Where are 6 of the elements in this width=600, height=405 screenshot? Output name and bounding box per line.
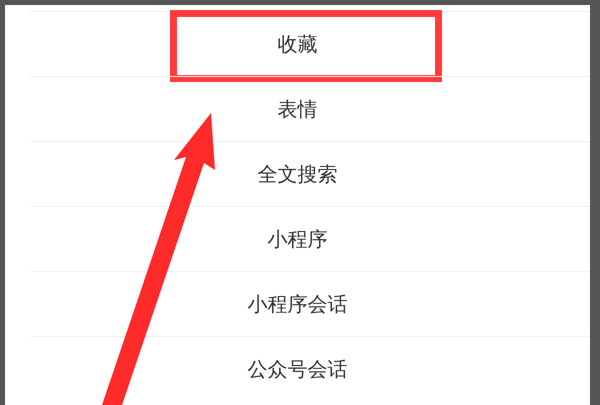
menu-item[interactable]: 公众号会话 [248, 356, 348, 382]
menu-item[interactable]: 全文搜索 [258, 160, 338, 188]
menu-item[interactable]: 表情 [278, 96, 318, 122]
menu-item[interactable]: 小程序 [268, 226, 328, 252]
menu-item[interactable]: 小程序会话 [248, 290, 348, 318]
menu-item[interactable]: 收藏 [278, 30, 318, 58]
